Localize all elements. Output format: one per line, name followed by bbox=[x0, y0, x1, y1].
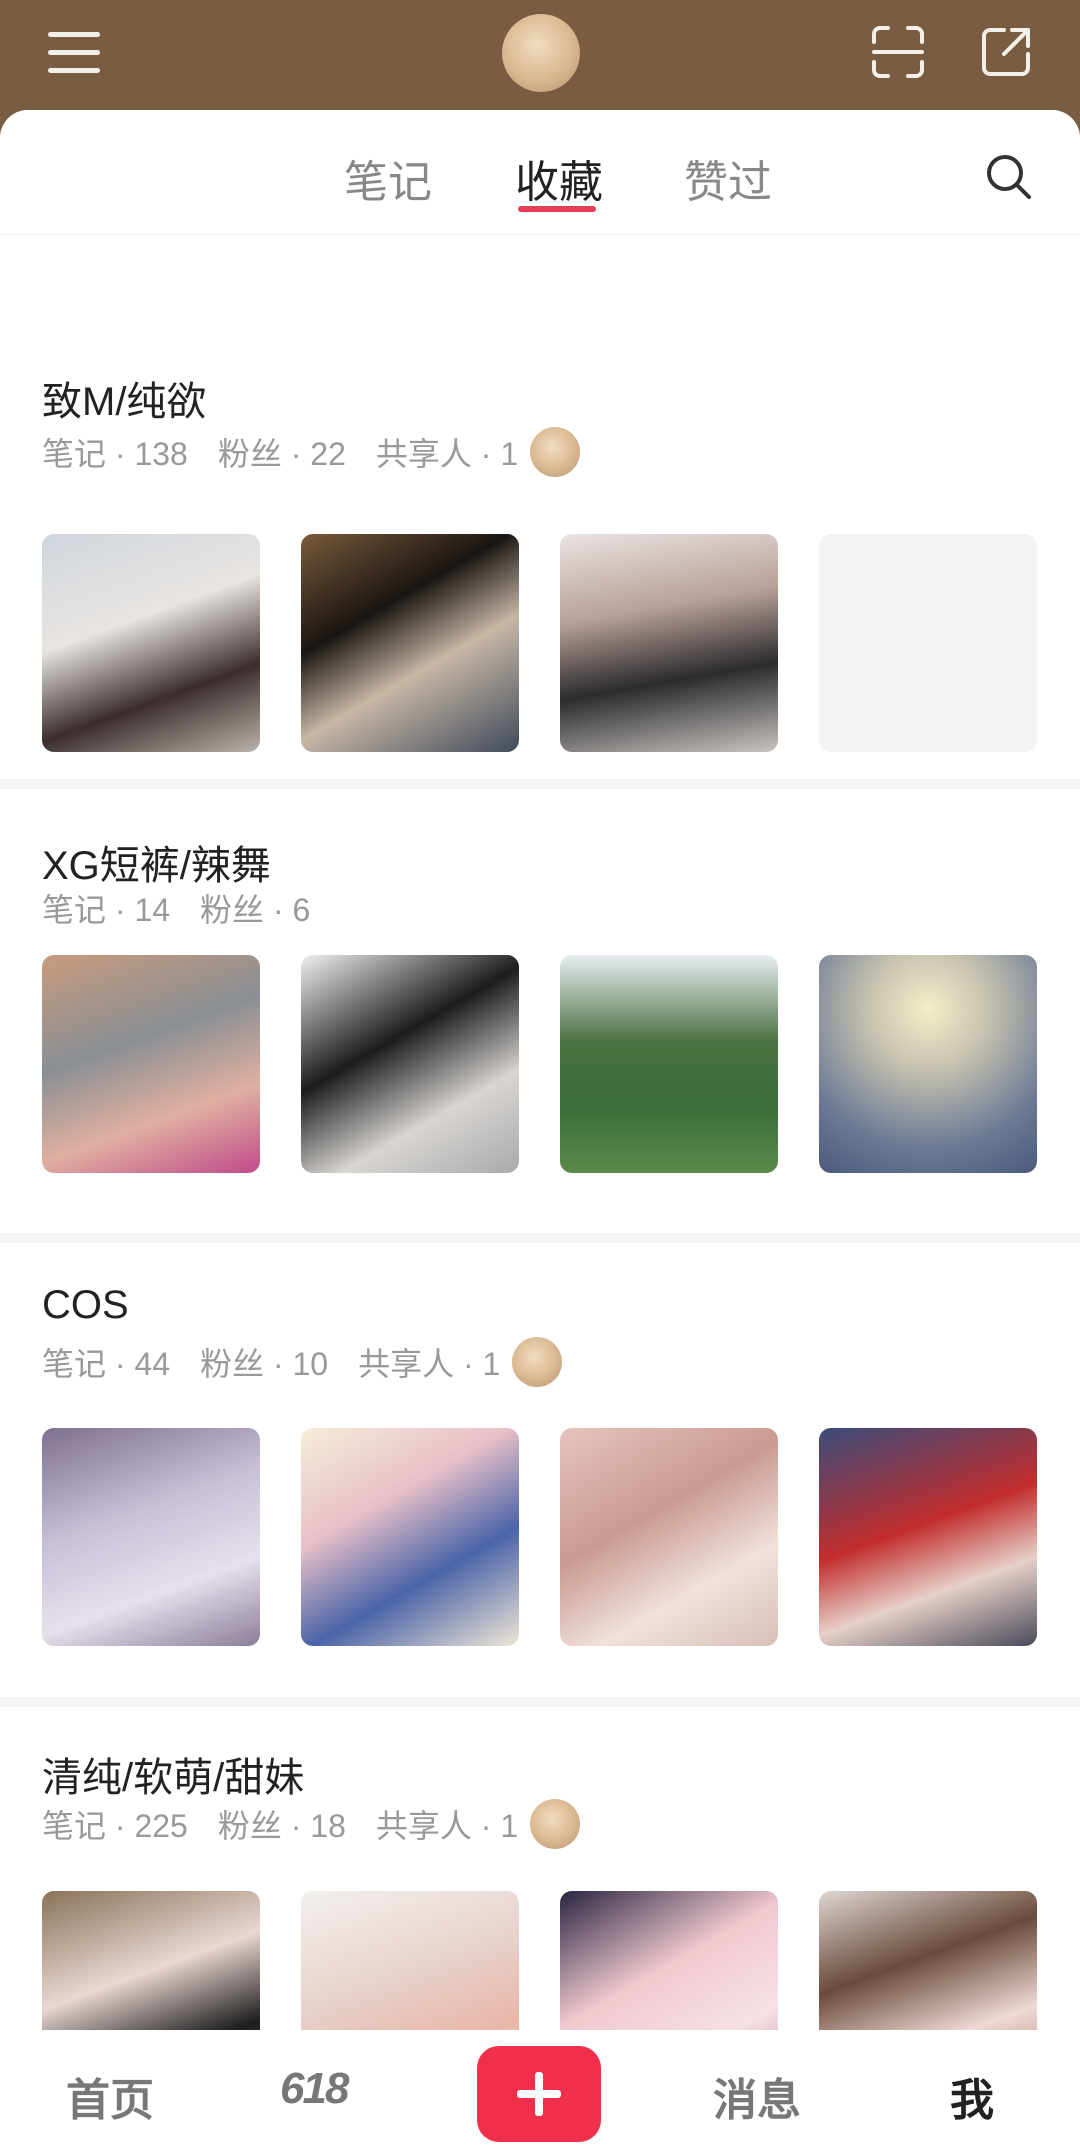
thumbnail[interactable] bbox=[560, 534, 778, 752]
fans-count: 粉丝 · 22 bbox=[217, 436, 346, 472]
board-title: 清纯/软萌/甜妹 bbox=[42, 1756, 305, 1800]
nav-home[interactable]: 首页 bbox=[66, 2064, 154, 2128]
board-meta: 笔记 · 138 粉丝 · 22 共享人 · 1 bbox=[42, 427, 581, 477]
add-post-button[interactable] bbox=[477, 2046, 601, 2142]
avatar[interactable] bbox=[502, 14, 580, 92]
thumbnail[interactable] bbox=[560, 1428, 778, 1646]
sharer-count: 共享人 · 1 bbox=[375, 436, 519, 472]
notes-count: 笔记 · 225 bbox=[42, 1808, 188, 1844]
content-sheet: 笔记 收藏 赞过 致M/纯欲 笔记 · 138 粉丝 · 22 共享人 · 1 … bbox=[0, 110, 1080, 2151]
thumbnail[interactable] bbox=[301, 955, 519, 1173]
scan-icon[interactable] bbox=[870, 24, 926, 80]
thumbnail[interactable] bbox=[560, 955, 778, 1173]
board-card[interactable]: XG短裤/辣舞 笔记 · 14 粉丝 · 6 bbox=[0, 789, 1080, 1233]
board-thumbnails bbox=[42, 955, 1037, 1173]
thumbnail[interactable] bbox=[42, 534, 260, 752]
nav-me[interactable]: 我 bbox=[950, 2064, 994, 2128]
nav-618[interactable]: 618 bbox=[280, 2064, 349, 2114]
board-meta: 笔记 · 44 粉丝 · 10 共享人 · 1 bbox=[42, 1337, 563, 1387]
board-thumbnails bbox=[42, 534, 1037, 752]
fans-count: 粉丝 · 10 bbox=[200, 1346, 329, 1382]
nav-messages[interactable]: 消息 bbox=[713, 2064, 801, 2128]
sharer-count: 共享人 · 1 bbox=[375, 1808, 519, 1844]
thumbnail[interactable] bbox=[42, 955, 260, 1173]
fans-count: 粉丝 · 6 bbox=[200, 892, 311, 928]
notes-count: 笔记 · 44 bbox=[42, 1346, 171, 1382]
active-tab-indicator bbox=[518, 206, 596, 212]
board-title: XG短裤/辣舞 bbox=[42, 844, 271, 888]
board-title: 致M/纯欲 bbox=[42, 380, 207, 424]
thumbnail[interactable] bbox=[42, 1428, 260, 1646]
board-meta: 笔记 · 14 粉丝 · 6 bbox=[42, 885, 340, 931]
tab-bar: 笔记 收藏 赞过 bbox=[0, 110, 1080, 235]
thumbnail[interactable] bbox=[301, 534, 519, 752]
share-icon[interactable] bbox=[978, 24, 1034, 80]
menu-icon[interactable] bbox=[48, 32, 100, 74]
notes-count: 笔记 · 138 bbox=[42, 436, 188, 472]
sharer-count: 共享人 · 1 bbox=[358, 1346, 501, 1382]
board-title: COS bbox=[42, 1283, 129, 1327]
board-card[interactable]: COS 笔记 · 44 粉丝 · 10 共享人 · 1 bbox=[0, 1243, 1080, 1697]
board-card[interactable]: 致M/纯欲 笔记 · 138 粉丝 · 22 共享人 · 1 bbox=[0, 235, 1080, 779]
bottom-nav: 首页 618 消息 我 bbox=[0, 2030, 1080, 2151]
search-icon[interactable] bbox=[984, 152, 1032, 200]
sharer-avatar bbox=[530, 1799, 581, 1849]
fans-count: 粉丝 · 18 bbox=[217, 1808, 346, 1844]
sharer-avatar bbox=[512, 1337, 563, 1387]
tab-collections[interactable]: 收藏 bbox=[515, 146, 603, 210]
thumbnail[interactable] bbox=[819, 1428, 1037, 1646]
thumbnail-placeholder bbox=[819, 534, 1037, 752]
sharer-avatar bbox=[530, 427, 581, 477]
tab-liked[interactable]: 赞过 bbox=[684, 146, 772, 210]
board-meta: 笔记 · 225 粉丝 · 18 共享人 · 1 bbox=[42, 1799, 581, 1849]
tab-notes[interactable]: 笔记 bbox=[344, 146, 432, 210]
thumbnail[interactable] bbox=[301, 1428, 519, 1646]
thumbnail[interactable] bbox=[819, 955, 1037, 1173]
top-bar bbox=[0, 0, 1080, 110]
board-thumbnails bbox=[42, 1428, 1037, 1646]
notes-count: 笔记 · 14 bbox=[42, 892, 171, 928]
